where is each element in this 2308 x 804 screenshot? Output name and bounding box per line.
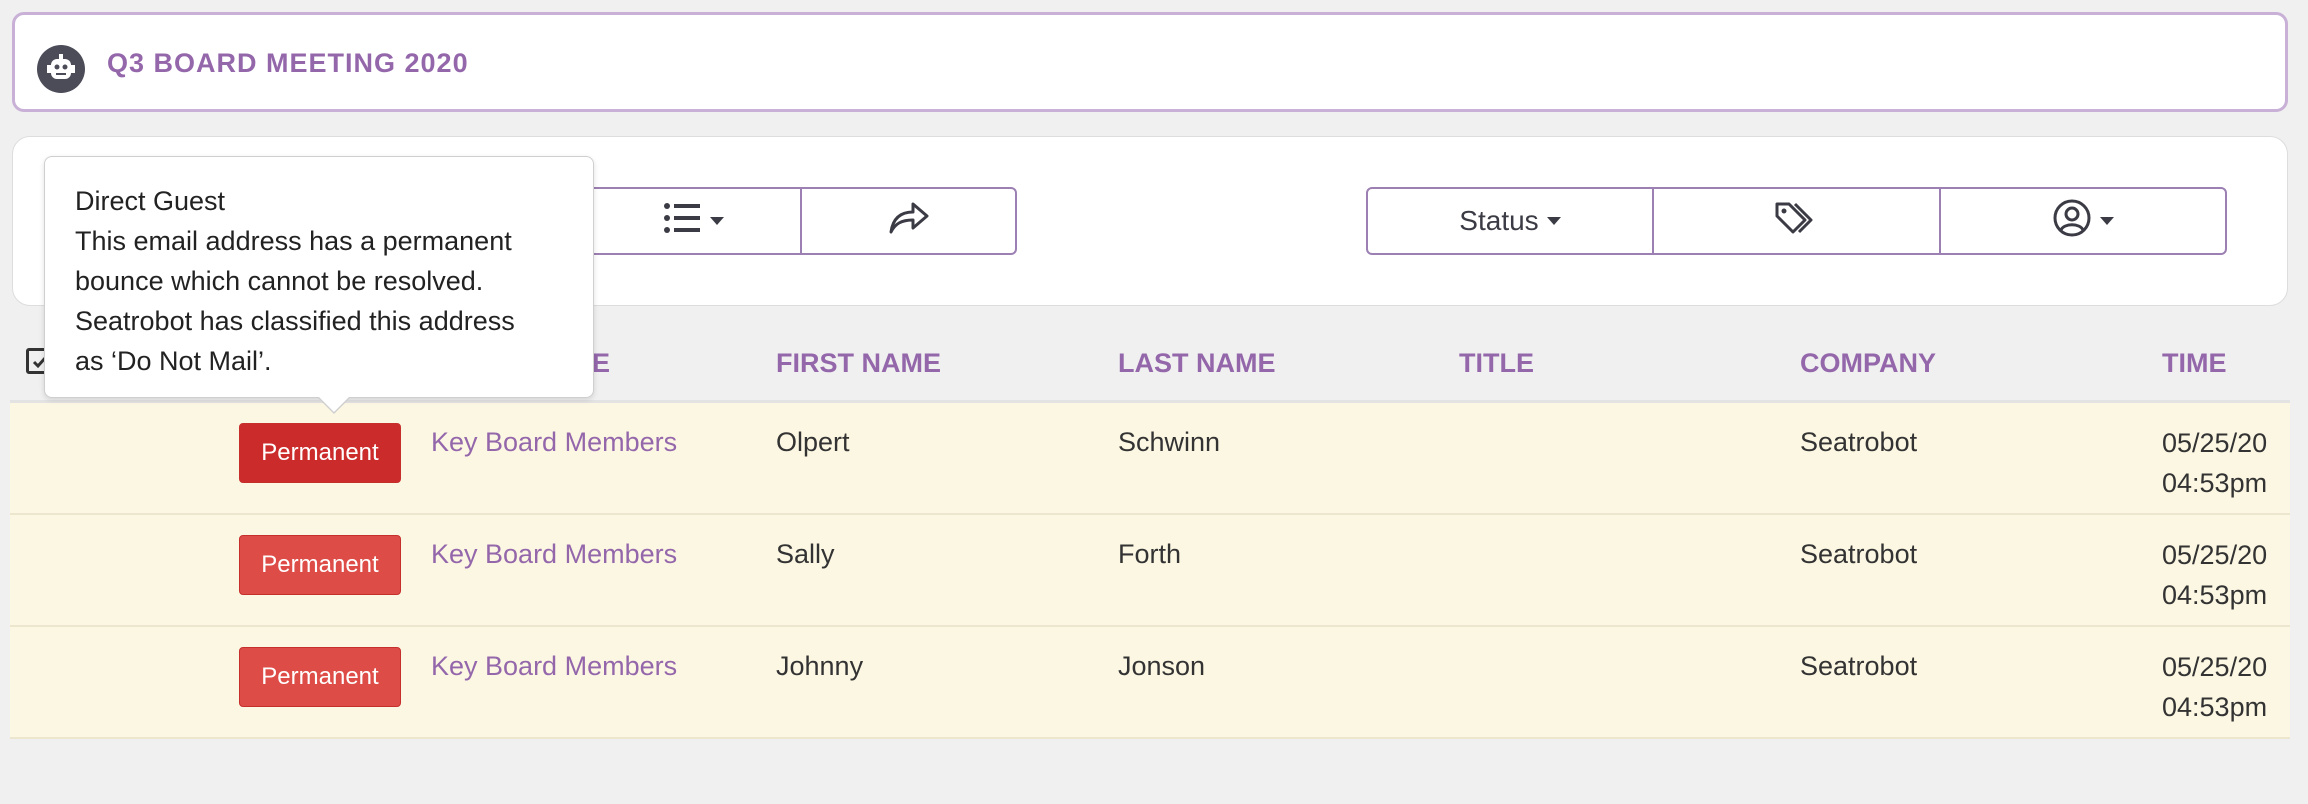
bounce-status-badge[interactable]: Permanent bbox=[239, 647, 401, 707]
column-header-first-name[interactable]: FIRST NAME bbox=[776, 348, 941, 379]
page-title: Q3 BOARD MEETING 2020 bbox=[107, 48, 469, 78]
time-text: 04:53pm bbox=[2162, 468, 2268, 498]
user-circle-icon bbox=[2052, 198, 2092, 245]
share-button[interactable] bbox=[801, 187, 1017, 255]
list-dropdown-button[interactable] bbox=[585, 187, 801, 255]
time-cell: 05/25/20 04:53pm bbox=[2162, 535, 2267, 615]
column-header-time[interactable]: TIME bbox=[2162, 348, 2227, 379]
bounce-tooltip: Direct Guest This email address has a pe… bbox=[44, 156, 594, 414]
tags-icon bbox=[1773, 198, 1821, 245]
bounce-status-badge[interactable]: Permanent bbox=[239, 423, 401, 483]
last-name-cell: Jonson bbox=[1118, 651, 1206, 681]
last-name-cell: Schwinn bbox=[1118, 427, 1221, 457]
last-name-cell: Forth bbox=[1118, 539, 1182, 569]
list-icon bbox=[662, 200, 702, 243]
tooltip-heading: Direct Guest bbox=[75, 186, 226, 216]
column-header-company[interactable]: COMPANY bbox=[1800, 348, 1936, 379]
table-row[interactable]: Permanent Key Board Members Johnny Jonso… bbox=[10, 627, 2290, 739]
company-cell: Seatrobot bbox=[1800, 651, 1918, 681]
table-row[interactable]: Permanent Key Board Members Sally Forth … bbox=[10, 515, 2290, 627]
column-header-list[interactable]: E bbox=[592, 348, 610, 379]
tooltip-arrow bbox=[317, 396, 351, 414]
column-header-title[interactable]: TITLE bbox=[1459, 348, 1534, 379]
first-name-cell: Johnny bbox=[776, 651, 864, 681]
chevron-down-icon bbox=[1546, 217, 1561, 225]
list-link[interactable]: Key Board Members bbox=[431, 427, 677, 458]
list-link[interactable]: Key Board Members bbox=[431, 651, 677, 682]
company-cell: Seatrobot bbox=[1800, 427, 1918, 457]
share-icon bbox=[887, 198, 931, 245]
filter-button-group: Status bbox=[1366, 187, 2227, 255]
guest-table: Permanent Key Board Members Olpert Schwi… bbox=[10, 400, 2290, 739]
tooltip-text: as ‘Do Not Mail’. bbox=[75, 346, 272, 376]
user-dropdown-button[interactable] bbox=[1940, 187, 2227, 255]
date-text: 05/25/20 bbox=[2162, 428, 2268, 458]
status-label: Status bbox=[1459, 205, 1539, 236]
first-name-cell: Sally bbox=[776, 539, 835, 569]
tooltip-text: Seatrobot has classified this address bbox=[75, 306, 515, 336]
meeting-header: Q3 BOARD MEETING 2020 bbox=[12, 12, 2288, 112]
robot-logo-icon bbox=[37, 45, 85, 93]
time-text: 04:53pm bbox=[2162, 692, 2268, 722]
chevron-down-icon bbox=[710, 217, 724, 225]
company-cell: Seatrobot bbox=[1800, 539, 1918, 569]
time-cell: 05/25/20 04:53pm bbox=[2162, 423, 2267, 503]
bounce-status-badge[interactable]: Permanent bbox=[239, 535, 401, 595]
chevron-down-icon bbox=[2100, 217, 2114, 225]
tooltip-text: This email address has a permanent bbox=[75, 226, 512, 256]
date-text: 05/25/20 bbox=[2162, 652, 2268, 682]
tooltip-text: bounce which cannot be resolved. bbox=[75, 266, 484, 296]
status-dropdown-button[interactable]: Status bbox=[1366, 187, 1653, 255]
first-name-cell: Olpert bbox=[776, 427, 850, 457]
time-text: 04:53pm bbox=[2162, 580, 2268, 610]
date-text: 05/25/20 bbox=[2162, 540, 2268, 570]
column-header-last-name[interactable]: LAST NAME bbox=[1118, 348, 1276, 379]
list-link[interactable]: Key Board Members bbox=[431, 539, 677, 570]
time-cell: 05/25/20 04:53pm bbox=[2162, 647, 2267, 727]
tags-button[interactable] bbox=[1653, 187, 1940, 255]
table-row[interactable]: Permanent Key Board Members Olpert Schwi… bbox=[10, 403, 2290, 515]
